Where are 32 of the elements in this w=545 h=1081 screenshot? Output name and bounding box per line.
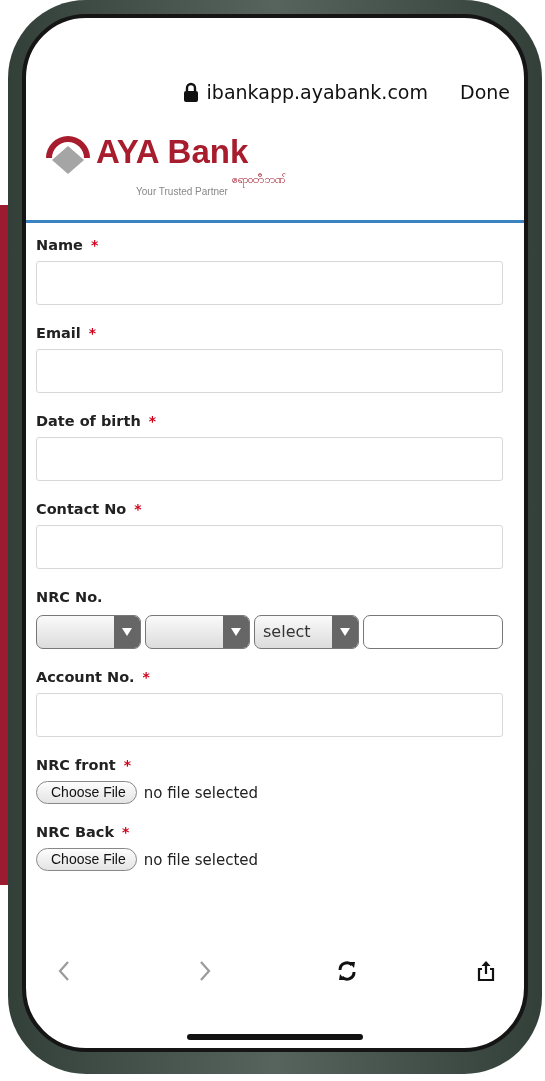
dropdown[interactable] bbox=[145, 615, 250, 649]
caret-icon bbox=[340, 628, 350, 636]
required-mark: * bbox=[148, 413, 157, 429]
field-label: NRC front bbox=[36, 757, 116, 773]
choose-file-button[interactable]: Choose File bbox=[36, 848, 137, 871]
field-label: NRC No. bbox=[36, 589, 103, 605]
dropdown[interactable]: select bbox=[254, 615, 359, 649]
file-status: no file selected bbox=[143, 783, 259, 802]
field-label: Contact No bbox=[36, 501, 127, 517]
tagline: Your Trusted Partner bbox=[136, 186, 228, 198]
caret-icon bbox=[122, 628, 132, 636]
lock-icon bbox=[182, 82, 199, 102]
required-mark: * bbox=[142, 669, 150, 685]
done-button[interactable]: Done bbox=[460, 81, 510, 103]
field-label: Account No. bbox=[36, 669, 135, 685]
dropdown[interactable] bbox=[36, 615, 141, 649]
url-text[interactable]: ibankapp.ayabank.com bbox=[182, 81, 428, 103]
required-mark: * bbox=[123, 757, 131, 773]
field-label: Email bbox=[36, 325, 81, 341]
brand-name: AYA Bank bbox=[96, 134, 249, 168]
caret-icon bbox=[231, 628, 241, 636]
file-status: no file selected bbox=[143, 850, 259, 869]
required-mark: * bbox=[122, 824, 130, 840]
choose-file-button[interactable]: Choose File bbox=[36, 781, 137, 804]
field-label: Name bbox=[36, 237, 83, 253]
required-mark: * bbox=[88, 325, 97, 341]
required-mark: * bbox=[90, 237, 99, 253]
field-label: NRC Back bbox=[36, 824, 115, 840]
brand-local-name: ဧရာဝတီဘဏ် bbox=[232, 174, 285, 187]
field-label: Date of birth bbox=[36, 413, 141, 429]
required-mark: * bbox=[134, 501, 142, 517]
input-field[interactable] bbox=[363, 615, 503, 649]
